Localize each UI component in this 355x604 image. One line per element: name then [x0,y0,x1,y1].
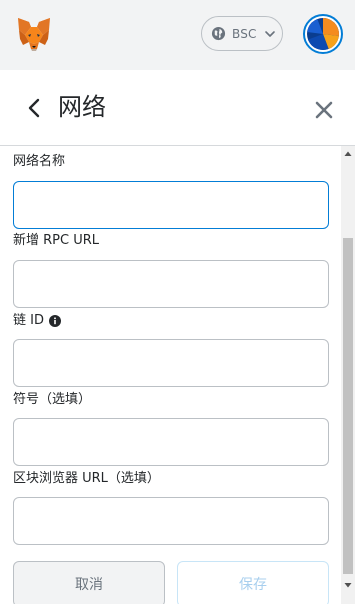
network-name-label-text: 网络名称 [13,154,66,169]
metamask-popup: BSC 网络 网络名称 新增 RPC URL 链 ID 符号（选填） 区块浏览器… [0,0,355,604]
close-icon[interactable] [314,100,334,120]
account-avatar-icon [307,18,339,50]
network-selector[interactable]: BSC [201,16,283,51]
metamask-fox-icon[interactable] [15,15,53,53]
block-explorer-label: 区块浏览器 URL（选填） [13,470,160,488]
page-header: 网络 [0,70,355,146]
symbol-input[interactable] [13,418,329,466]
network-name: BSC [232,26,257,41]
symbol-label-text: 符号（选填） [13,392,92,407]
chain-id-input[interactable] [13,339,329,387]
block-explorer-label-text: 区块浏览器 URL（选填） [13,471,160,486]
form-scrollbar[interactable] [341,146,355,604]
info-icon[interactable] [48,315,61,327]
page-title: 网络 [58,93,106,121]
symbol-label: 符号（选填） [13,391,91,409]
chevron-left-icon[interactable] [24,96,46,120]
scrollbar-thumb[interactable] [343,238,353,574]
rpc-url-label: 新增 RPC URL [13,232,99,250]
scroll-down-arrow-icon[interactable] [344,581,352,589]
app-header: BSC [0,0,355,70]
block-explorer-input[interactable] [13,497,329,545]
globe-icon [211,26,226,41]
rpc-url-input[interactable] [13,260,329,308]
cancel-button[interactable]: 取消 [13,561,165,604]
network-name-label: 网络名称 [13,153,65,171]
chain-id-label: 链 ID [13,312,61,330]
network-name-input[interactable] [13,181,329,229]
save-button[interactable]: 保存 [177,561,329,604]
account-menu-button[interactable] [303,14,343,54]
rpc-url-label-text: 新增 RPC URL [13,233,100,248]
network-form: 网络名称 新增 RPC URL 链 ID 符号（选填） 区块浏览器 URL（选填… [0,146,341,604]
chevron-down-icon [264,30,275,37]
chain-id-label-text: 链 ID [13,313,44,328]
scroll-up-arrow-icon[interactable] [344,150,352,158]
